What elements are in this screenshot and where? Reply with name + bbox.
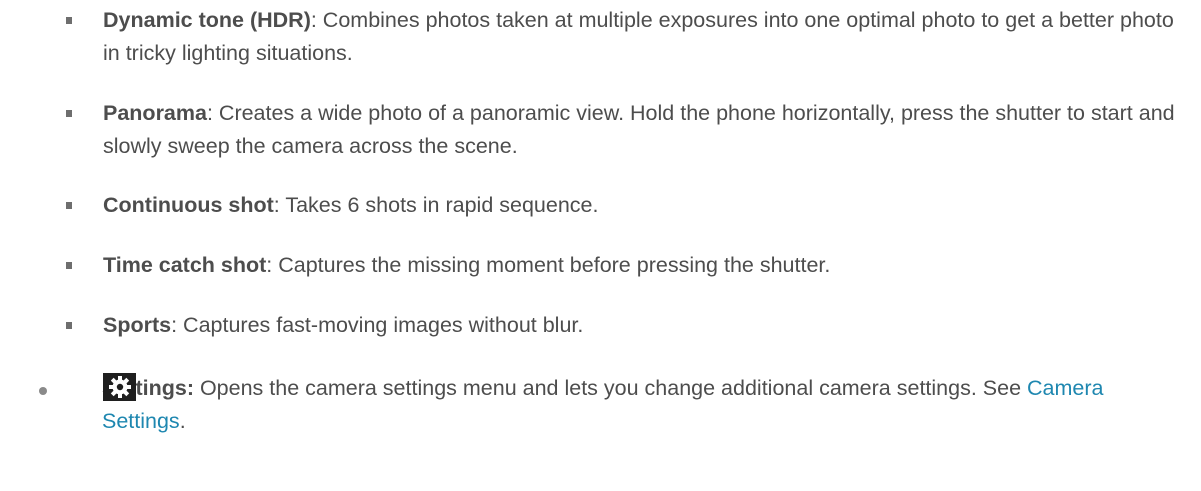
mode-term: Time catch shot <box>103 253 267 277</box>
settings-item: Settings: Opens the camera settings menu… <box>39 372 1189 438</box>
round-bullet <box>39 387 47 395</box>
mode-description: : Creates a wide photo of a panoramic vi… <box>103 101 1175 158</box>
mode-item-hdr: Dynamic tone (HDR): Combines photos take… <box>103 4 1188 70</box>
square-bullet <box>66 262 72 269</box>
mode-term: Dynamic tone (HDR) <box>103 8 311 32</box>
square-bullet <box>66 110 72 117</box>
gear-icon <box>103 373 136 401</box>
mode-item-panorama: Panorama: Creates a wide photo of a pano… <box>103 97 1188 163</box>
mode-item-continuous-shot: Continuous shot: Takes 6 shots in rapid … <box>103 189 1188 222</box>
settings-description: Opens the camera settings menu and lets … <box>193 376 1028 400</box>
mode-description: : Takes 6 shots in rapid sequence. <box>273 193 599 217</box>
settings-suffix: . <box>179 409 186 433</box>
square-bullet <box>66 322 72 329</box>
square-bullet <box>66 17 72 24</box>
mode-description: : Captures the missing moment before pre… <box>266 253 831 277</box>
square-bullet <box>66 202 72 209</box>
mode-term: Panorama <box>103 101 207 125</box>
mode-description: : Captures fast-moving images without bl… <box>171 313 584 337</box>
mode-term: Continuous shot <box>103 193 274 217</box>
mode-item-sports: Sports: Captures fast-moving images with… <box>103 309 1188 342</box>
mode-term: Sports <box>103 313 172 337</box>
mode-item-time-catch-shot: Time catch shot: Captures the missing mo… <box>103 249 1188 282</box>
